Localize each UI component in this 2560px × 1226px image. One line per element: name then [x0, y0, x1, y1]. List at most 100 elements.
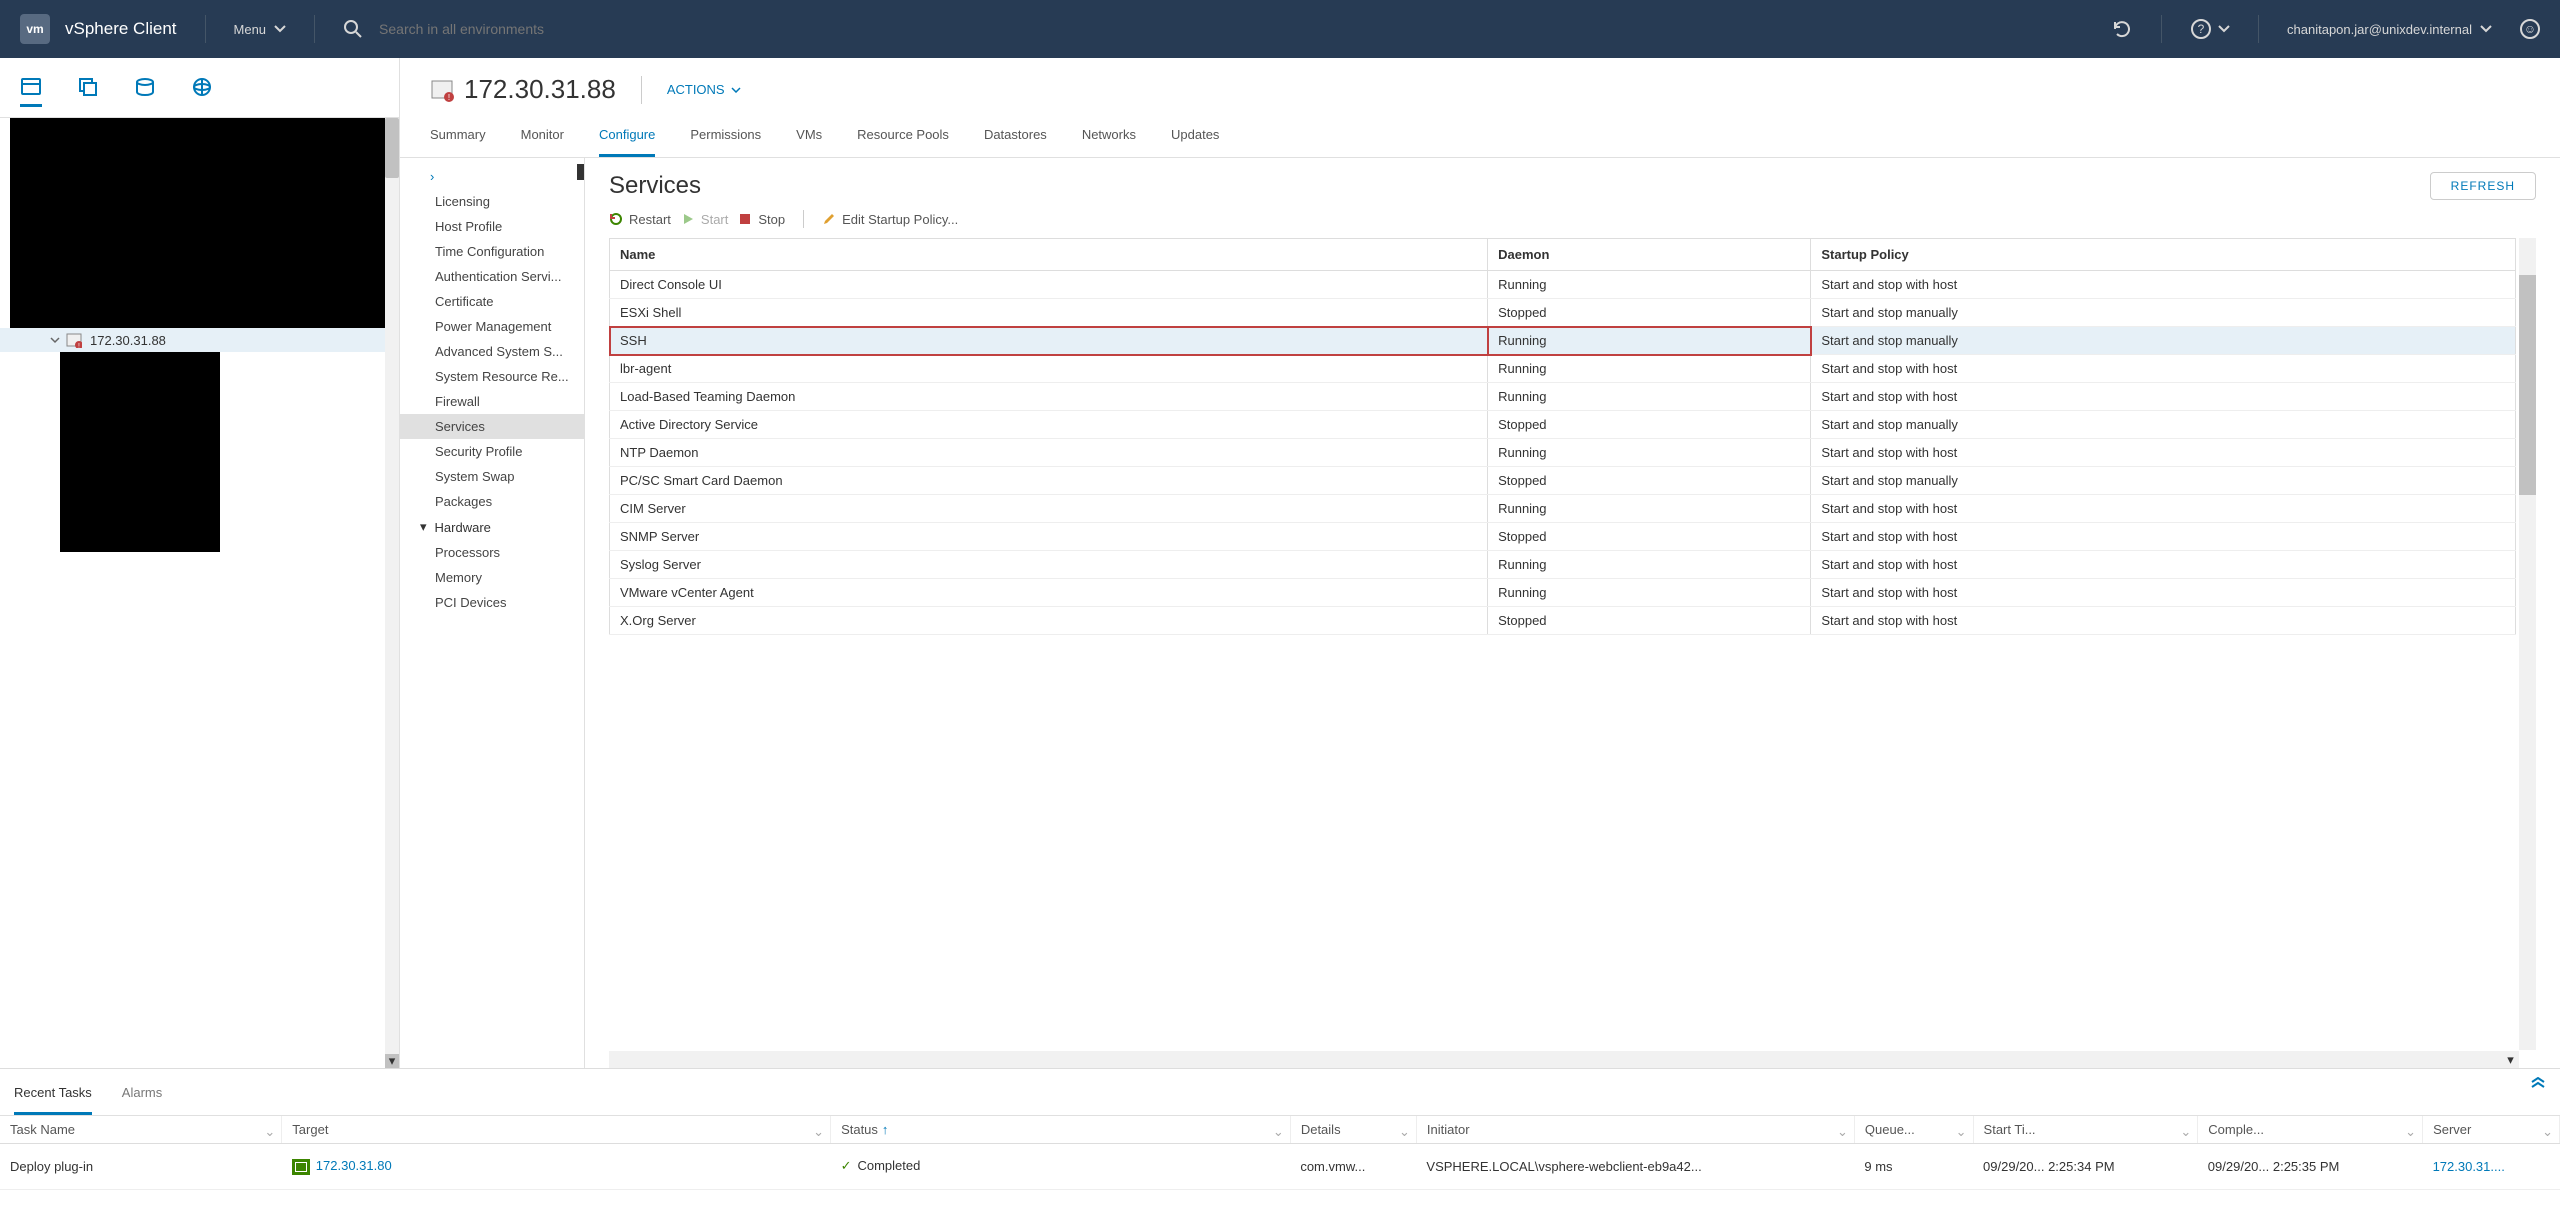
- search-icon[interactable]: [343, 19, 363, 39]
- chevron-down-icon[interactable]: ⌄: [1956, 1124, 1967, 1140]
- col-daemon[interactable]: Daemon: [1488, 239, 1811, 271]
- col-name[interactable]: Name: [610, 239, 1488, 271]
- table-row[interactable]: SSHRunningStart and stop manually: [610, 327, 2516, 355]
- col-initiator[interactable]: Initiator⌄: [1416, 1116, 1854, 1144]
- chevron-down-icon[interactable]: [50, 335, 60, 345]
- config-item-system-swap[interactable]: System Swap: [400, 464, 584, 489]
- config-item-system-resource-re-[interactable]: System Resource Re...: [400, 364, 584, 389]
- restart-button[interactable]: Restart: [609, 212, 671, 227]
- vms-templates-icon[interactable]: [77, 76, 99, 107]
- config-item-processors[interactable]: Processors: [400, 540, 584, 565]
- tree-scrollbar[interactable]: ▾: [385, 118, 399, 1068]
- table-row[interactable]: Active Directory ServiceStoppedStart and…: [610, 411, 2516, 439]
- config-item-memory[interactable]: Memory: [400, 565, 584, 590]
- col-details[interactable]: Details⌄: [1290, 1116, 1416, 1144]
- collapse-panel-icon[interactable]: [2530, 1077, 2546, 1089]
- config-item-power-management[interactable]: Power Management: [400, 314, 584, 339]
- scroll-down-icon[interactable]: ▾: [2502, 1051, 2519, 1068]
- chevron-down-icon[interactable]: ⌄: [264, 1124, 275, 1140]
- tab-updates[interactable]: Updates: [1171, 121, 1219, 157]
- detail-area: ! 172.30.31.88 ACTIONS SummaryMonitorCon…: [400, 58, 2560, 1068]
- config-item-advanced-system-s-[interactable]: Advanced System S...: [400, 339, 584, 364]
- table-row[interactable]: PC/SC Smart Card DaemonStoppedStart and …: [610, 467, 2516, 495]
- services-table: NameDaemonStartup Policy Direct Console …: [609, 238, 2516, 635]
- table-row[interactable]: Load-Based Teaming DaemonRunningStart an…: [610, 383, 2516, 411]
- server-link[interactable]: 172.30.31....: [2433, 1159, 2505, 1174]
- help-icon[interactable]: ?: [2190, 18, 2230, 40]
- config-item-firewall[interactable]: Firewall: [400, 389, 584, 414]
- chevron-down-icon[interactable]: ⌄: [2542, 1124, 2553, 1140]
- table-row[interactable]: Syslog ServerRunningStart and stop with …: [610, 551, 2516, 579]
- separator: [641, 76, 642, 104]
- bottom-tab-alarms[interactable]: Alarms: [122, 1079, 162, 1115]
- tab-datastores[interactable]: Datastores: [984, 121, 1047, 157]
- config-item-host-profile[interactable]: Host Profile: [400, 214, 584, 239]
- table-row[interactable]: Direct Console UIRunningStart and stop w…: [610, 271, 2516, 299]
- hosts-clusters-icon[interactable]: [20, 76, 42, 107]
- cell-policy: Start and stop with host: [1811, 439, 2516, 467]
- col-task-name[interactable]: Task Name⌄: [0, 1116, 282, 1144]
- search-input[interactable]: [379, 21, 799, 37]
- col-startup-policy[interactable]: Startup Policy: [1811, 239, 2516, 271]
- menu-button[interactable]: Menu: [234, 22, 287, 37]
- tab-monitor[interactable]: Monitor: [521, 121, 564, 157]
- col-target[interactable]: Target⌄: [282, 1116, 831, 1144]
- table-row[interactable]: lbr-agentRunningStart and stop with host: [610, 355, 2516, 383]
- config-item-authentication-servi-[interactable]: Authentication Servi...: [400, 264, 584, 289]
- storage-icon[interactable]: [134, 76, 156, 107]
- tab-summary[interactable]: Summary: [430, 121, 486, 157]
- col-status[interactable]: Status↑⌄: [831, 1116, 1291, 1144]
- col-start-ti-[interactable]: Start Ti...⌄: [1973, 1116, 2198, 1144]
- chevron-down-icon[interactable]: ⌄: [1273, 1124, 1284, 1140]
- tab-vms[interactable]: VMs: [796, 121, 822, 157]
- col-comple-[interactable]: Comple...⌄: [2198, 1116, 2423, 1144]
- bottom-tab-recent-tasks[interactable]: Recent Tasks: [14, 1079, 92, 1115]
- table-row[interactable]: NTP DaemonRunningStart and stop with hos…: [610, 439, 2516, 467]
- edit-startup-label: Edit Startup Policy...: [842, 212, 958, 227]
- table-row[interactable]: VMware vCenter AgentRunningStart and sto…: [610, 579, 2516, 607]
- scroll-down-icon[interactable]: ▾: [385, 1054, 399, 1068]
- scroll-up-indicator[interactable]: ▴: [577, 164, 584, 180]
- config-item-time-configuration[interactable]: Time Configuration: [400, 239, 584, 264]
- config-item-packages[interactable]: Packages: [400, 489, 584, 514]
- chevron-down-icon[interactable]: ⌄: [1399, 1124, 1410, 1140]
- col-server[interactable]: Server⌄: [2423, 1116, 2560, 1144]
- networking-icon[interactable]: [191, 76, 213, 107]
- object-tabs: Summary Monitor Configure Permissions VMs Res…: [400, 111, 2560, 158]
- cell-daemon: Running: [1488, 439, 1811, 467]
- refresh-button[interactable]: REFRESH: [2430, 172, 2536, 200]
- config-item-pci-devices[interactable]: PCI Devices: [400, 590, 584, 615]
- user-menu[interactable]: chanitapon.jar@unixdev.internal: [2287, 22, 2492, 37]
- tab-resource-pools[interactable]: Resource Pools: [857, 121, 949, 157]
- stop-button[interactable]: Stop: [738, 212, 785, 227]
- config-item-security-profile[interactable]: Security Profile: [400, 439, 584, 464]
- config-breadcrumb[interactable]: ›: [400, 164, 584, 189]
- table-row[interactable]: X.Org ServerStoppedStart and stop with h…: [610, 607, 2516, 635]
- actions-menu[interactable]: ACTIONS: [667, 82, 741, 97]
- config-heading-hardware[interactable]: ▾ Hardware: [400, 514, 584, 540]
- refresh-icon[interactable]: [2111, 18, 2133, 40]
- config-item-certificate[interactable]: Certificate: [400, 289, 584, 314]
- feedback-icon[interactable]: ☺: [2520, 19, 2540, 39]
- target-link[interactable]: 172.30.31.80: [316, 1158, 392, 1173]
- chevron-down-icon[interactable]: ⌄: [2405, 1124, 2416, 1140]
- config-item-services[interactable]: Services: [400, 414, 584, 439]
- table-row[interactable]: CIM ServerRunningStart and stop with hos…: [610, 495, 2516, 523]
- scrollbar-thumb[interactable]: [385, 118, 399, 178]
- tab-permissions[interactable]: Permissions: [690, 121, 761, 157]
- chevron-down-icon[interactable]: ⌄: [2180, 1124, 2191, 1140]
- tab-configure[interactable]: Configure: [599, 121, 655, 157]
- col-queue-[interactable]: Queue...⌄: [1854, 1116, 1973, 1144]
- edit-startup-button[interactable]: Edit Startup Policy...: [822, 212, 958, 227]
- config-item-licensing[interactable]: Licensing: [400, 189, 584, 214]
- cell-policy: Start and stop manually: [1811, 411, 2516, 439]
- table-row[interactable]: SNMP ServerStoppedStart and stop with ho…: [610, 523, 2516, 551]
- table-scrollbar[interactable]: [2519, 238, 2536, 1050]
- table-row[interactable]: ESXi ShellStoppedStart and stop manually: [610, 299, 2516, 327]
- tree-node-host[interactable]: ! 172.30.31.88: [0, 328, 385, 352]
- chevron-down-icon[interactable]: ⌄: [813, 1124, 824, 1140]
- tab-networks[interactable]: Networks: [1082, 121, 1136, 157]
- chevron-down-icon[interactable]: ⌄: [1837, 1124, 1848, 1140]
- scrollbar-thumb[interactable]: [2519, 275, 2536, 495]
- table-row[interactable]: Deploy plug-in 172.30.31.80 ✓Completed c…: [0, 1144, 2560, 1190]
